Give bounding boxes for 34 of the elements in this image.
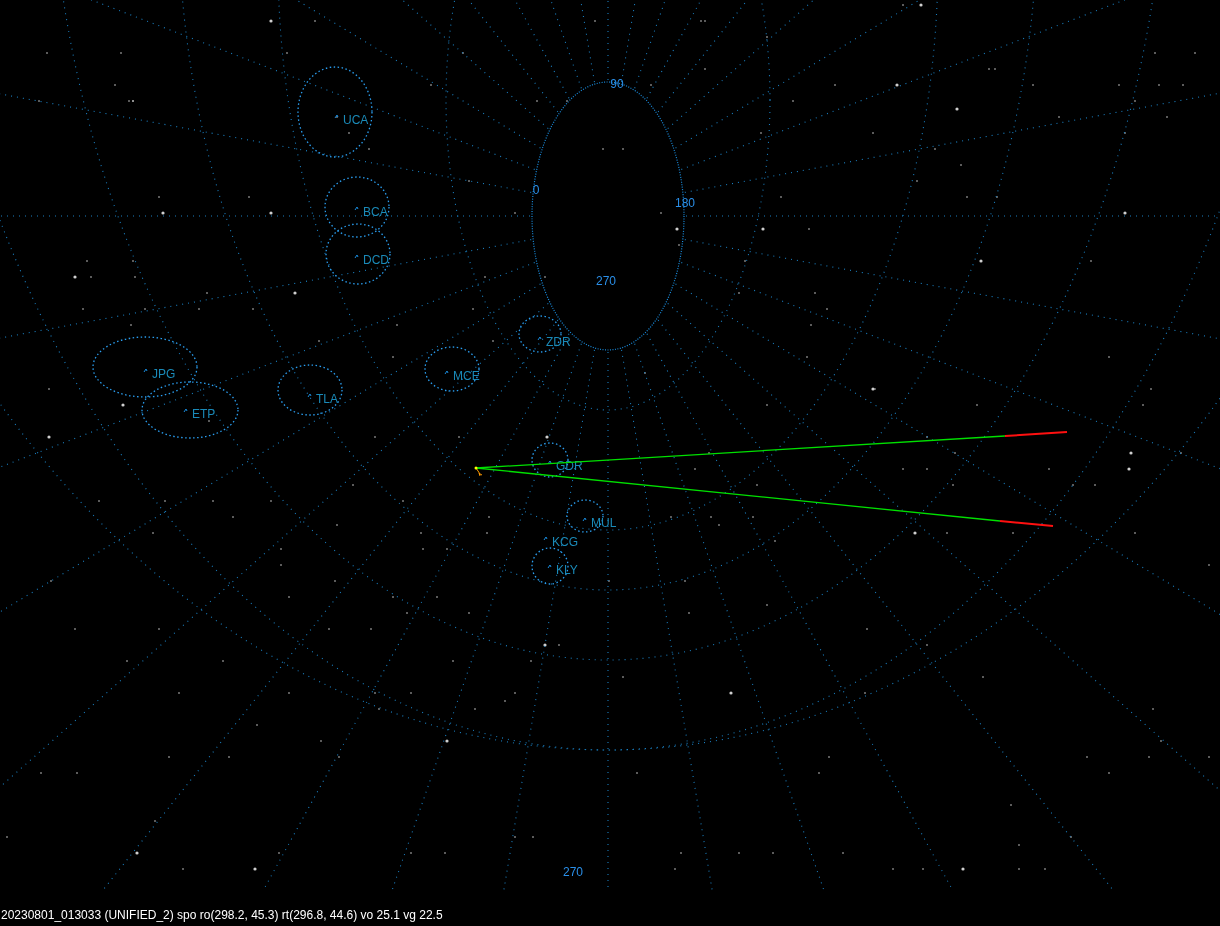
scale-label: 0: [532, 183, 540, 197]
radiant-marker-icon: [143, 368, 148, 373]
scale-label: 270: [596, 274, 616, 288]
radiant-marker-icon: [354, 254, 359, 259]
azimuth-label: 270: [563, 865, 583, 879]
radiant-label: KCG: [552, 535, 578, 549]
radiant-marker-icon: [547, 460, 552, 465]
radiant-label: DCD: [363, 253, 389, 267]
radiant-label: BCA: [363, 205, 388, 219]
radiant-marker-icon: [183, 408, 188, 413]
radiant-label: KLY: [556, 563, 578, 577]
radiant-marker-icon: [537, 336, 542, 341]
radiant-label: JPG: [152, 367, 176, 381]
radiant-label: GDR: [556, 459, 583, 473]
radiant-circle: [325, 223, 391, 285]
radiant-marker-icon: [307, 393, 312, 398]
radiant-circle: [424, 346, 480, 392]
scale-label: 180: [675, 196, 695, 210]
radiant-marker-icon: [354, 206, 359, 211]
radiant-label: TLA: [316, 392, 338, 406]
radiant-circle: [277, 364, 343, 416]
radiant-label: ETP: [192, 407, 216, 421]
radiant-marker-icon: [543, 536, 548, 541]
radiant-marker-icon: [444, 370, 449, 375]
scale-label: 90: [610, 77, 624, 91]
status-text: 20230801_013033 (UNIFIED_2) spo ro(298.2, 45.3) rt(296.8, 44.6) vo 25.1 vg 22.5: [0, 907, 444, 922]
radiant-marker-icon: [582, 517, 587, 522]
radiant-marker-icon: [334, 114, 339, 119]
radiant-label: MCE: [453, 369, 480, 383]
radiant-marker-icon: [547, 564, 552, 569]
radiant-label: UCA: [343, 113, 369, 127]
radiant-circle: [324, 176, 390, 238]
radiant-label: ZDR: [546, 335, 571, 349]
radiant-label: MUL: [591, 516, 617, 530]
